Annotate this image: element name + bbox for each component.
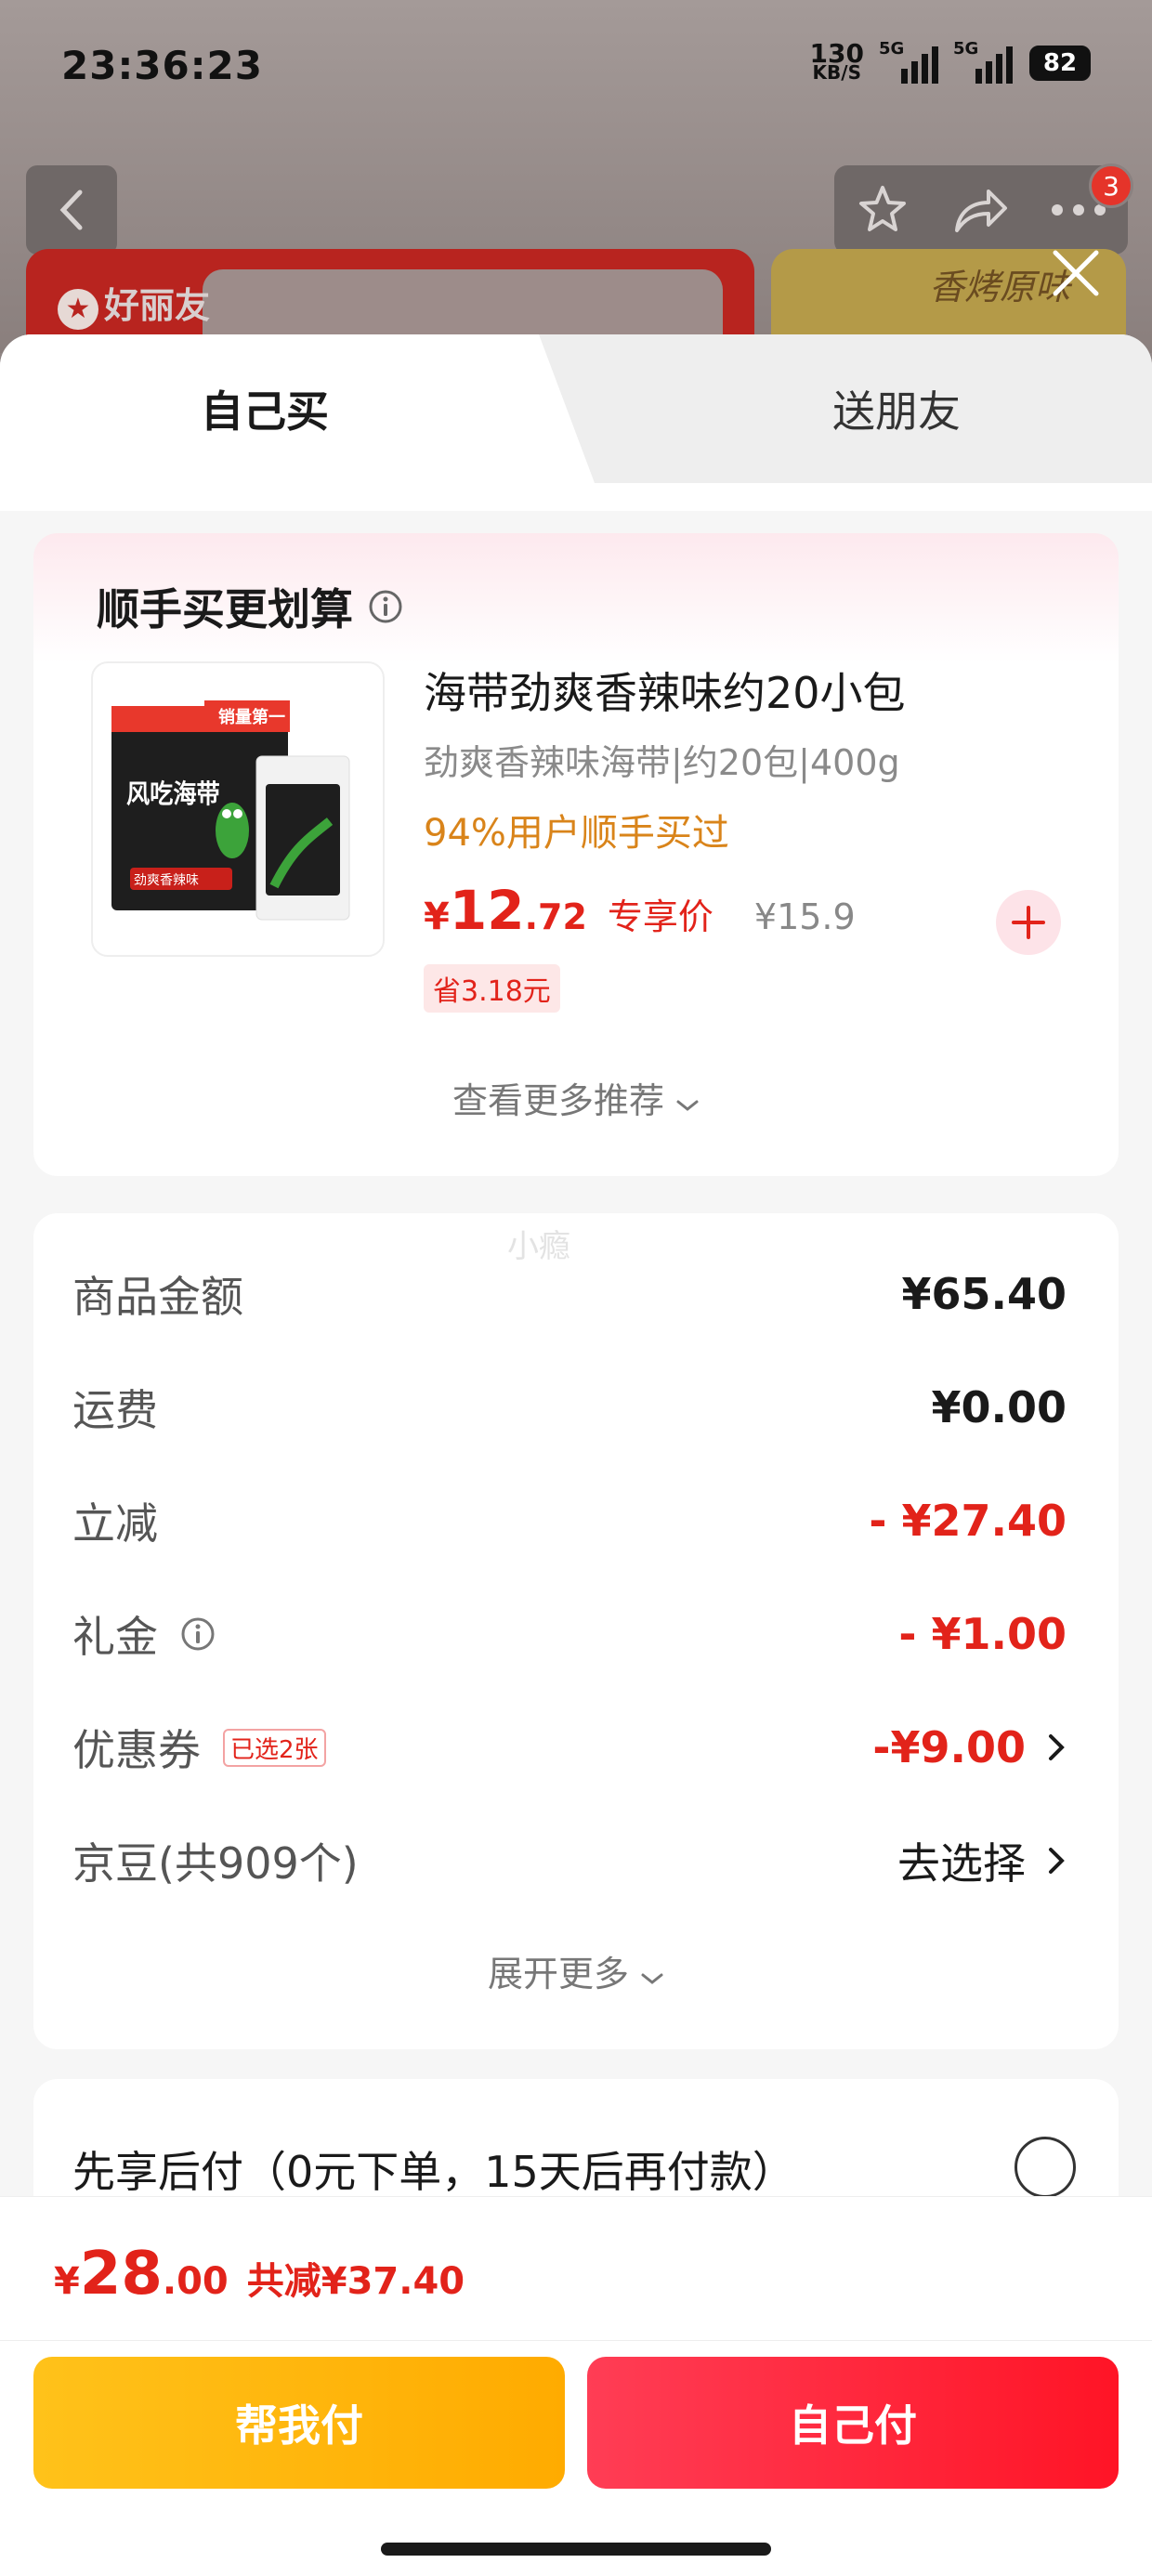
star-icon[interactable] — [855, 182, 910, 238]
chevron-down-icon — [676, 1100, 699, 1111]
pay-myself-button[interactable]: 自己付 — [587, 2357, 1119, 2489]
summary-row-shipping: 运费 ¥0.00 — [72, 1382, 1067, 1435]
summary-row-jingdou[interactable]: 京豆(共909个) 去选择 — [72, 1828, 1067, 1893]
total-price: ¥ 28 .00 共减¥37.40 — [54, 2240, 465, 2308]
coupon-selected-chip: 已选2张 — [223, 1728, 326, 1767]
expand-more-button[interactable]: 展开更多 — [33, 1945, 1119, 1996]
watermark: 小瘾 — [507, 1228, 570, 1265]
recommendation-title: 顺手买更划算 — [97, 576, 403, 637]
add-on-recommendation-card: 顺手买更划算 销量第一 风吃海带 劲爽香辣味 海带劲爽香辣味约20小包 劲爽香辣… — [33, 533, 1119, 1176]
save-badge: 省3.18元 — [424, 964, 560, 1013]
product-spec: 劲爽香辣味海带|约20包|400g — [424, 742, 900, 783]
tab-gift-friend[interactable]: 送朋友 — [595, 334, 1152, 483]
total-saved: 共减¥37.40 — [246, 2260, 465, 2303]
product-name[interactable]: 海带劲爽香辣味约20小包 — [424, 660, 906, 721]
product-image[interactable]: 销量第一 风吃海带 劲爽香辣味 — [91, 661, 385, 957]
summary-row-coupon[interactable]: 优惠券 已选2张 -¥9.00 — [72, 1715, 1067, 1780]
tab-self-buy[interactable]: 自己买 — [0, 334, 595, 483]
summary-row-instant-discount: 立减 - ¥27.40 — [72, 1496, 1067, 1549]
chevron-left-icon — [59, 190, 83, 230]
chevron-down-icon — [641, 1973, 663, 1984]
svg-text:销量第一: 销量第一 — [218, 707, 285, 726]
status-time: 23:36:23 — [61, 43, 263, 88]
brand-logo: ★ 好丽友 — [58, 277, 210, 330]
buy-rate-text: 94%用户顺手买过 — [424, 812, 729, 855]
share-icon[interactable] — [951, 184, 1009, 236]
plus-icon — [1012, 906, 1045, 939]
help-me-pay-button[interactable]: 帮我付 — [33, 2357, 565, 2489]
exclusive-price-tag: 专享价 — [607, 896, 713, 937]
chevron-right-icon — [1049, 1848, 1065, 1874]
info-icon[interactable] — [368, 589, 403, 624]
svg-text:劲爽香辣味: 劲爽香辣味 — [134, 872, 199, 887]
signal-icon: 5G — [879, 39, 938, 84]
pay-later-radio[interactable] — [1015, 2137, 1076, 2198]
back-button[interactable] — [26, 165, 117, 255]
cart-badge: 3 — [1089, 163, 1133, 208]
info-icon[interactable] — [180, 1616, 216, 1652]
summary-row-gift-money: 礼金 - ¥1.00 — [72, 1609, 1067, 1662]
battery-icon: 82 — [1029, 46, 1091, 81]
signal-icon: 5G — [953, 39, 1013, 84]
add-product-button[interactable] — [996, 890, 1061, 955]
status-bar-right: 130 KB/S 5G 5G 82 — [809, 38, 1091, 84]
svg-text:风吃海带: 风吃海带 — [126, 779, 220, 809]
pay-later-label: 先享后付（0元下单，15天后再付款） — [72, 2147, 795, 2197]
view-more-recommendations[interactable]: 查看更多推荐 — [33, 1072, 1119, 1123]
tab-bar: 自己买 送朋友 — [0, 334, 1152, 483]
price-summary-card: 小瘾 商品金额 ¥65.40 运费 ¥0.00 立减 - ¥27.40 礼金 -… — [33, 1213, 1119, 2049]
product-price: ¥ 12 .72 专享价 ¥15.9 — [424, 879, 856, 942]
original-price: ¥15.9 — [753, 896, 856, 937]
summary-row-goods-amount: 商品金额 ¥65.40 — [72, 1269, 1067, 1322]
home-indicator[interactable] — [381, 2543, 771, 2556]
network-speed: 130 KB/S — [809, 38, 864, 84]
chevron-right-icon — [1049, 1734, 1065, 1760]
close-icon[interactable] — [1042, 240, 1109, 307]
checkout-footer: ¥ 28 .00 共减¥37.40 帮我付 自己付 — [0, 2196, 1152, 2576]
